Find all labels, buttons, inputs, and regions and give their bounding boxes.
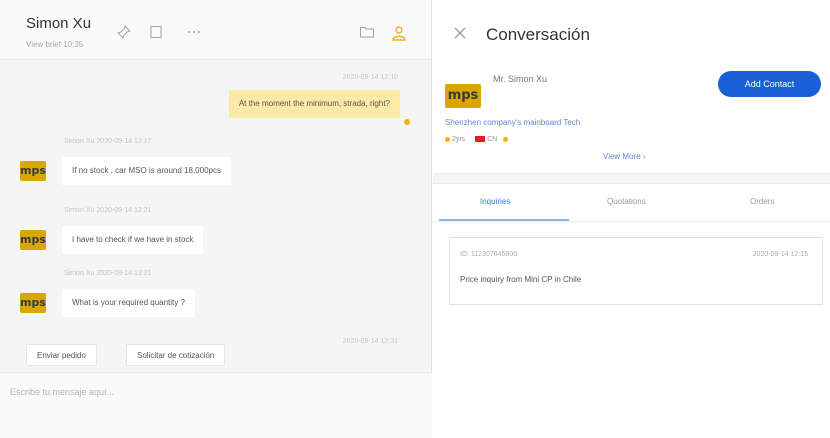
panel-tabs: Inquiries Quotations Orders [433,186,830,222]
add-contact-button[interactable]: Add Contact [718,71,821,97]
message-list: 2020-09-14 12:10 At the moment the minim… [0,60,432,370]
inquiry-id: ID: 112307645600 [460,251,518,258]
chat-pane: Simon Xu View brief 10:35 2020-09-14 12:… [0,0,432,438]
chat-contact-status: View brief 10:35 [26,40,84,49]
message-bubble-incoming: I have to check if we have in stock [62,226,204,254]
read-status-dot [404,119,410,125]
panel-title: Conversación [486,25,590,44]
tab-quotations[interactable]: Quotations [607,197,646,206]
inquiry-card[interactable]: ID: 112307645600 2020-09-14 12:15 Price … [449,237,823,305]
message-time: 2020-09-14 12:10 [342,74,398,81]
china-flag-icon [475,136,486,143]
company-link[interactable]: Shenzhen company's mainboard Tech [445,118,580,127]
chat-header: Simon Xu View brief 10:35 [0,0,431,60]
inquiry-date: 2020-09-14 12:15 [752,251,808,258]
inquiry-title: Price inquiry from Mini CP in Chile [460,275,582,284]
chevron-right-icon: › [642,152,646,161]
message-composer [0,372,432,438]
country-tag: CN [487,136,498,143]
profile-icon[interactable] [390,25,408,43]
note-icon[interactable] [147,25,165,43]
sender-avatar: mps [20,293,46,313]
years-badge-icon [445,136,450,142]
tab-orders[interactable]: Orders [750,197,774,206]
send-order-button[interactable]: Enviar pedido [26,344,97,366]
active-tab-indicator [439,219,569,221]
tab-inquiries[interactable]: Inquiries [480,197,510,206]
message-bubble-incoming: If no stock , car MSO is around 18,000pc… [62,157,231,185]
message-sender-time: Simon Xu 2020-09-14 12:21 [64,270,152,277]
conversation-panel: Conversación mps Mr. Simon Xu Add Contac… [433,0,830,438]
message-time: 2020-09-14 12:31 [342,338,398,345]
pin-icon[interactable] [115,25,133,43]
years-tag: 2yrs [452,136,466,143]
view-more-label: View More [603,152,641,161]
contact-avatar: mps [445,84,481,108]
sender-avatar: mps [20,230,46,250]
sender-avatar: mps [20,161,46,181]
section-divider [433,173,830,184]
close-icon[interactable] [453,26,467,44]
verified-badge-icon [503,136,509,142]
chat-contact-name[interactable]: Simon Xu [26,15,91,32]
message-input[interactable] [10,381,420,403]
more-icon[interactable] [185,25,203,43]
request-quote-button[interactable]: Solicitar de cotización [126,344,226,366]
message-sender-time: Simon Xu 2020-09-14 12:17 [64,138,152,145]
message-sender-time: Simon Xu 2020-09-14 12:21 [64,207,152,214]
contact-name: Mr. Simon Xu [493,74,548,84]
supplier-tags: 2yrs CN [445,136,510,143]
message-bubble-outgoing: At the moment the minimum, strada, right… [228,90,400,118]
folder-icon[interactable] [358,25,376,43]
view-more-link[interactable]: View More › [603,152,646,161]
message-bubble-incoming: What is your required quantity ? [62,289,195,317]
